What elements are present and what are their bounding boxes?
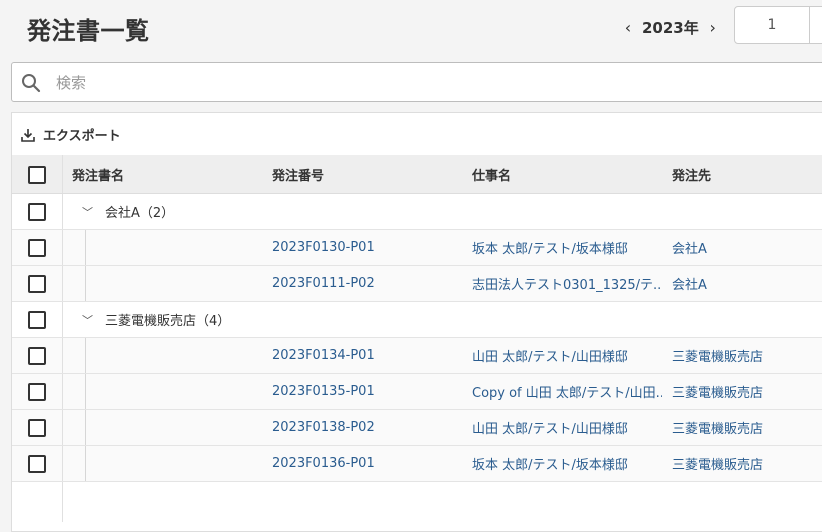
export-label: エクスポート [43, 129, 121, 144]
table-row[interactable]: 2023F0135-P01 Copy of 山田 太郎/テスト/山田... 三菱… [12, 374, 822, 410]
table-row[interactable]: 2023F0138-P02 山田 太郎/テスト/山田様邸 三菱電機販売店 [12, 410, 822, 446]
po-number-link[interactable]: 2023F0111-P02 [272, 266, 462, 301]
purchase-order-panel: エクスポート 発注書名 発注番号 仕事名 発注先 ﹀ 会社A（2） 2023F0… [11, 112, 822, 532]
export-button[interactable]: エクスポート [21, 125, 121, 144]
job-name-link[interactable]: 坂本 太郎/テスト/坂本様邸 [472, 446, 662, 481]
job-name-link[interactable]: 山田 太郎/テスト/山田様邸 [472, 410, 662, 445]
group-row[interactable]: ﹀ 会社A（2） [12, 194, 822, 230]
group-checkbox[interactable] [28, 311, 46, 329]
tree-line [85, 266, 86, 301]
search-icon [22, 74, 41, 93]
job-name-link[interactable]: Copy of 山田 太郎/テスト/山田... [472, 374, 662, 409]
row-checkbox[interactable] [28, 383, 46, 401]
po-number-link[interactable]: 2023F0136-P01 [272, 446, 462, 481]
empty-row [12, 482, 822, 522]
column-header-vendor[interactable]: 発注先 [672, 155, 822, 193]
row-checkbox[interactable] [28, 275, 46, 293]
tree-line [85, 374, 86, 409]
chevron-right-icon[interactable]: › [703, 18, 723, 37]
search-input[interactable] [54, 71, 758, 95]
tree-line [85, 410, 86, 445]
tree-line [85, 446, 86, 481]
tree-line [85, 338, 86, 373]
job-name-link[interactable]: 志田法人テスト0301_1325/テ... [472, 266, 662, 301]
download-icon [21, 128, 35, 142]
vendor-link[interactable]: 会社A [672, 266, 822, 301]
vendor-link[interactable]: 三菱電機販売店 [672, 374, 822, 409]
group-label: 会社A（2） [105, 206, 175, 221]
chevron-down-icon[interactable]: ﹀ [82, 194, 93, 229]
job-name-link[interactable]: 坂本 太郎/テスト/坂本様邸 [472, 230, 662, 265]
page-field-extension[interactable] [809, 6, 822, 44]
table-row[interactable]: 2023F0136-P01 坂本 太郎/テスト/坂本様邸 三菱電機販売店 [12, 446, 822, 482]
po-number-link[interactable]: 2023F0135-P01 [272, 374, 462, 409]
table-header: 発注書名 発注番号 仕事名 発注先 [12, 155, 822, 194]
tree-line [85, 230, 86, 265]
row-checkbox[interactable] [28, 419, 46, 437]
year-navigator: ‹ 2023年 › [618, 14, 723, 40]
table-row[interactable]: 2023F0134-P01 山田 太郎/テスト/山田様邸 三菱電機販売店 [12, 338, 822, 374]
po-number-link[interactable]: 2023F0130-P01 [272, 230, 462, 265]
column-header-job-name[interactable]: 仕事名 [472, 155, 662, 193]
vendor-link[interactable]: 三菱電機販売店 [672, 446, 822, 481]
row-checkbox[interactable] [28, 347, 46, 365]
group-label: 三菱電機販売店（4） [105, 314, 231, 329]
page-title: 発注書一覧 [27, 17, 150, 45]
row-checkbox[interactable] [28, 455, 46, 473]
chevron-left-icon[interactable]: ‹ [618, 18, 638, 37]
column-header-po-name[interactable]: 発注書名 [72, 155, 262, 193]
po-number-link[interactable]: 2023F0138-P02 [272, 410, 462, 445]
search-bar [11, 62, 822, 102]
column-header-po-number[interactable]: 発注番号 [272, 155, 462, 193]
group-row[interactable]: ﹀ 三菱電機販売店（4） [12, 302, 822, 338]
vendor-link[interactable]: 三菱電機販売店 [672, 338, 822, 373]
page-number-field[interactable]: 1 [734, 6, 810, 44]
table-row[interactable]: 2023F0111-P02 志田法人テスト0301_1325/テ... 会社A [12, 266, 822, 302]
vendor-link[interactable]: 会社A [672, 230, 822, 265]
row-checkbox[interactable] [28, 239, 46, 257]
group-checkbox[interactable] [28, 203, 46, 221]
chevron-down-icon[interactable]: ﹀ [82, 302, 93, 337]
purchase-order-table: 発注書名 発注番号 仕事名 発注先 ﹀ 会社A（2） 2023F0130-P01… [12, 155, 822, 522]
po-number-link[interactable]: 2023F0134-P01 [272, 338, 462, 373]
year-label: 2023年 [642, 18, 699, 37]
vendor-link[interactable]: 三菱電機販売店 [672, 410, 822, 445]
job-name-link[interactable]: 山田 太郎/テスト/山田様邸 [472, 338, 662, 373]
table-row[interactable]: 2023F0130-P01 坂本 太郎/テスト/坂本様邸 会社A [12, 230, 822, 266]
select-all-checkbox[interactable] [28, 166, 46, 184]
